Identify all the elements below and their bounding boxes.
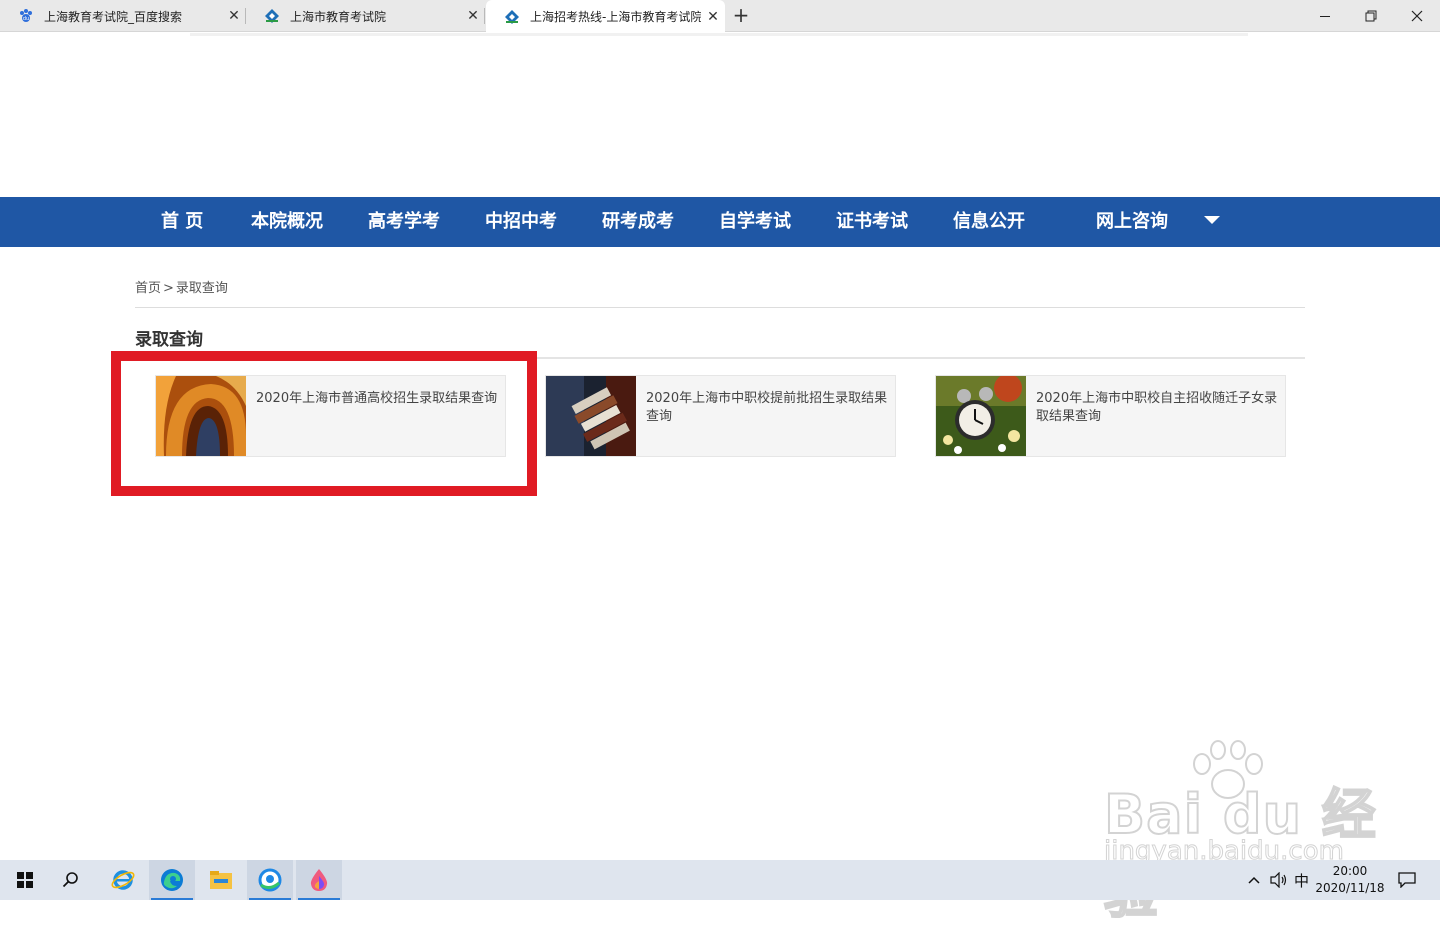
qq-browser-icon bbox=[258, 868, 282, 892]
nav-item-zhongzhao[interactable]: 中招中考 bbox=[485, 197, 557, 247]
browser-tab-bar: du 上海教育考试院_百度搜索 ✕ 上海市教育考试院 ✕ 上海招考热线-上海市教… bbox=[0, 0, 1440, 33]
windows-start-icon bbox=[17, 872, 33, 888]
watermark-logo-text: Bai du 经验 bbox=[1103, 782, 1377, 926]
taskbar-search-button[interactable] bbox=[48, 860, 94, 900]
taskbar-paint-button[interactable] bbox=[296, 860, 342, 900]
close-icon bbox=[1411, 10, 1423, 22]
nav-item-home[interactable]: 首 页 bbox=[161, 197, 203, 247]
card-title[interactable]: 2020年上海市中职校提前批招生录取结果查询 bbox=[636, 376, 895, 456]
taskbar-edge-button[interactable] bbox=[149, 860, 195, 900]
taskbar-qq-browser-button[interactable] bbox=[247, 860, 293, 900]
svg-text:du: du bbox=[23, 16, 29, 22]
nav-item-yankao[interactable]: 研考成考 bbox=[602, 197, 674, 247]
clock-date: 2020/11/18 bbox=[1315, 881, 1385, 895]
paint-icon bbox=[310, 869, 328, 891]
taskbar-clock[interactable]: 20:00 2020/11/18 bbox=[1310, 863, 1390, 897]
tab-title: 上海招考热线-上海市教育考试院 bbox=[530, 10, 701, 24]
edge-icon bbox=[161, 869, 183, 891]
ime-indicator[interactable]: 中 bbox=[1294, 860, 1309, 900]
baidu-jingyan-watermark: Bai du 经验 jingyan.baidu.com bbox=[1100, 740, 1400, 926]
minimize-icon bbox=[1320, 15, 1330, 17]
browser-tab-3-active[interactable]: 上海招考热线-上海市教育考试院 ✕ bbox=[486, 0, 725, 33]
search-icon bbox=[62, 872, 78, 888]
result-card-zhongzhi-migrant[interactable]: 2020年上海市中职校自主招收随迁子女录取结果查询 bbox=[935, 375, 1286, 457]
volume-icon bbox=[1270, 872, 1287, 888]
tab-title: 上海教育考试院_百度搜索 bbox=[44, 9, 183, 24]
baidu-paw-icon: du bbox=[18, 8, 34, 24]
sheea-logo-icon bbox=[264, 8, 280, 24]
file-explorer-icon bbox=[210, 871, 232, 889]
breadcrumb: 首页 > 录取查询 bbox=[135, 277, 228, 296]
window-close-button[interactable] bbox=[1394, 0, 1440, 32]
tab-close-icon[interactable]: ✕ bbox=[701, 9, 725, 25]
tab-title: 上海市教育考试院 bbox=[290, 9, 387, 24]
card-title[interactable]: 2020年上海市中职校自主招收随迁子女录取结果查询 bbox=[1026, 376, 1285, 456]
site-header-area bbox=[0, 33, 1440, 197]
highlight-box bbox=[111, 351, 537, 496]
breadcrumb-home-link[interactable]: 首页 bbox=[135, 281, 161, 296]
nav-item-online-consult[interactable]: 网上咨询 bbox=[1096, 197, 1168, 247]
main-navigation: 首 页 本院概况 高考学考 中招中考 研考成考 自学考试 证书考试 信息公开 网… bbox=[0, 197, 1440, 247]
taskbar-explorer-button[interactable] bbox=[198, 860, 244, 900]
nav-item-zixue[interactable]: 自学考试 bbox=[719, 197, 791, 247]
maximize-button[interactable] bbox=[1348, 0, 1394, 32]
divider bbox=[135, 307, 1305, 308]
baidu-paw-icon bbox=[1193, 740, 1263, 799]
nav-item-info-public[interactable]: 信息公开 bbox=[953, 197, 1025, 247]
alarm-clock-photo-image[interactable] bbox=[936, 376, 1026, 456]
ie-icon bbox=[111, 870, 135, 890]
caret-down-icon[interactable] bbox=[1204, 216, 1220, 224]
tray-overflow-button[interactable] bbox=[1247, 860, 1261, 900]
taskbar-ie-button[interactable] bbox=[100, 860, 146, 900]
books-photo-image[interactable] bbox=[546, 376, 636, 456]
nav-item-gaokao[interactable]: 高考学考 bbox=[368, 197, 440, 247]
browser-tab-1[interactable]: du 上海教育考试院_百度搜索 ✕ bbox=[0, 0, 246, 32]
header-shadow bbox=[190, 33, 1248, 36]
tab-close-icon[interactable]: ✕ bbox=[461, 8, 485, 24]
result-card-zhongzhi-early[interactable]: 2020年上海市中职校提前批招生录取结果查询 bbox=[545, 375, 896, 457]
nav-item-about[interactable]: 本院概况 bbox=[251, 197, 323, 247]
start-button[interactable] bbox=[2, 860, 48, 900]
sheea-logo-icon bbox=[504, 9, 520, 25]
section-title: 录取查询 bbox=[135, 330, 203, 350]
minimize-button[interactable] bbox=[1302, 0, 1348, 32]
new-tab-button[interactable]: + bbox=[728, 0, 754, 32]
breadcrumb-current[interactable]: 录取查询 bbox=[176, 281, 228, 296]
tab-close-icon[interactable]: ✕ bbox=[222, 8, 246, 24]
restore-icon bbox=[1365, 10, 1377, 22]
volume-button[interactable] bbox=[1270, 860, 1288, 900]
windows-taskbar: 中 20:00 2020/11/18 bbox=[0, 860, 1440, 900]
notification-center-button[interactable] bbox=[1398, 860, 1416, 900]
nav-item-certificate[interactable]: 证书考试 bbox=[836, 197, 908, 247]
chevron-up-icon bbox=[1248, 876, 1260, 884]
notification-icon bbox=[1398, 872, 1416, 888]
browser-tab-2[interactable]: 上海市教育考试院 ✕ bbox=[246, 0, 485, 32]
breadcrumb-separator: > bbox=[163, 281, 174, 296]
clock-time: 20:00 bbox=[1332, 864, 1368, 878]
